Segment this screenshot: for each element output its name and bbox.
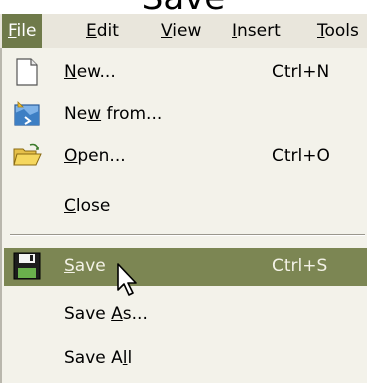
menu-bar: File Edit View Insert Tools (0, 14, 367, 49)
menu-item-open[interactable]: Open... Ctrl+O (4, 138, 367, 174)
menu-item-shortcut: Ctrl+O (272, 146, 330, 166)
file-menu-dropdown: New... Ctrl+N New from... Open... Ctrl+O… (0, 48, 367, 383)
page-title-fragment: Save (0, 0, 367, 15)
menubar-item-insert[interactable]: Insert (226, 14, 287, 48)
menu-item-new[interactable]: New... Ctrl+N (4, 54, 367, 90)
menubar-item-edit[interactable]: Edit (80, 14, 125, 48)
menubar-tools-accel: T (317, 21, 325, 41)
menubar-view-accel: V (161, 21, 173, 41)
menubar-item-file[interactable]: File (2, 14, 43, 48)
menubar-file-rest: ile (16, 21, 37, 41)
menu-item-new-from[interactable]: New from... (4, 96, 367, 132)
menu-item-label: New from... (64, 104, 163, 124)
new-from-icon (12, 99, 42, 129)
menu-separator (10, 234, 365, 236)
menu-item-label: Save As... (64, 304, 148, 324)
menu-item-label: Close (64, 196, 111, 216)
menu-item-label: Save All (64, 348, 133, 368)
save-disk-icon (12, 251, 42, 281)
menubar-edit-accel: E (86, 21, 97, 41)
menu-item-shortcut: Ctrl+N (272, 62, 330, 82)
menubar-tools-rest: ools (324, 21, 359, 41)
menubar-item-view[interactable]: View (155, 14, 207, 48)
new-document-icon (12, 57, 42, 87)
menubar-insert-rest: nsert (237, 21, 281, 41)
menubar-item-tools[interactable]: Tools (311, 14, 365, 48)
menu-item-save-as[interactable]: Save As... (4, 296, 367, 332)
menubar-file-accel: F (8, 21, 17, 41)
menubar-view-rest: iew (172, 21, 202, 41)
menubar-edit-rest: dit (96, 21, 119, 41)
menu-item-label: Open... (64, 146, 126, 166)
mouse-pointer-icon (115, 262, 143, 300)
menu-item-label: New... (64, 62, 116, 82)
menu-item-label: Save (64, 256, 106, 276)
menu-item-shortcut: Ctrl+S (272, 256, 328, 276)
menu-item-save[interactable]: Save Ctrl+S (4, 248, 367, 286)
open-folder-icon (12, 141, 42, 171)
menu-item-close[interactable]: Close (4, 188, 367, 224)
menu-item-save-all[interactable]: Save All (4, 340, 367, 376)
